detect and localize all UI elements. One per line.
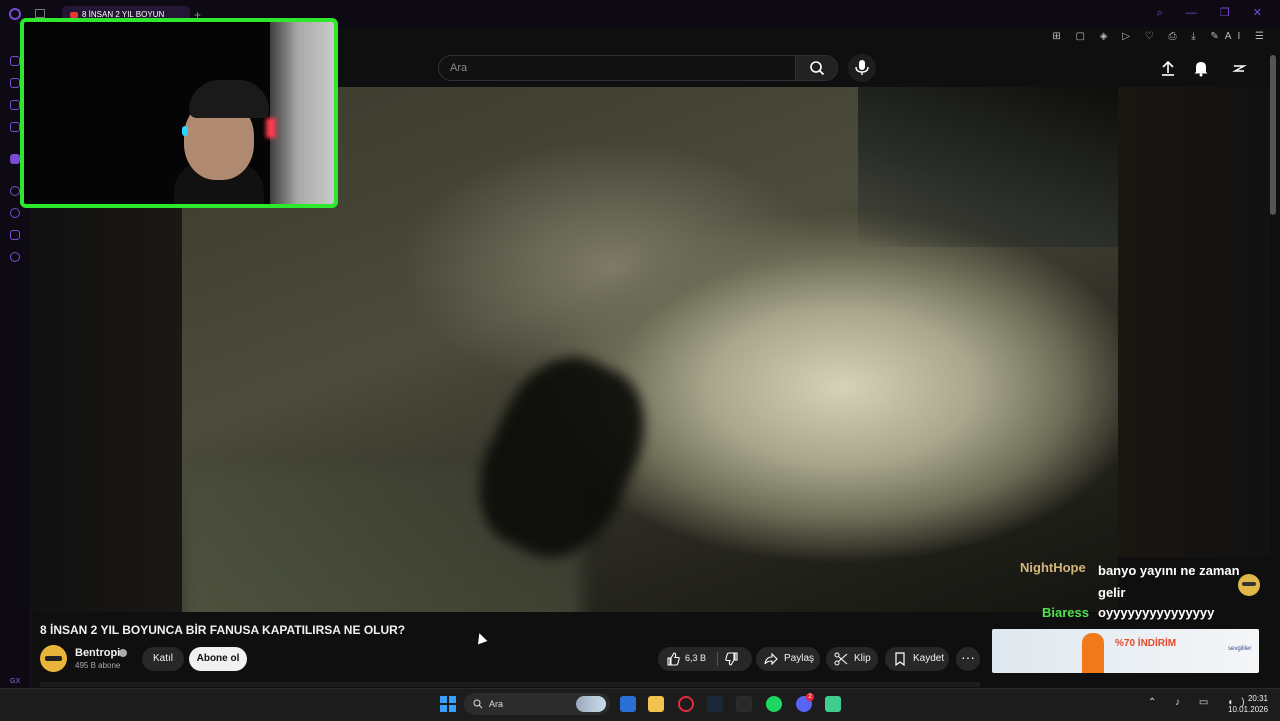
dislike-thumb-icon[interactable] (725, 652, 739, 666)
aria-ai-label[interactable]: AI (1225, 31, 1246, 42)
chat-emote-sunglasses-icon (1238, 574, 1260, 596)
windows-taskbar (0, 688, 1280, 721)
webcam-person-cap (189, 80, 269, 118)
channel-name[interactable]: Bentropi (75, 647, 120, 659)
streamer-webcam-overlay (20, 18, 338, 208)
opera-gx-logo-icon[interactable] (9, 8, 21, 20)
chat-username: NightHope (1020, 560, 1086, 575)
bookmark-icon (895, 652, 905, 666)
tab-islands-icon[interactable] (35, 9, 45, 18)
like-divider (717, 652, 718, 666)
youtube-icon (70, 11, 78, 18)
save-label: Kaydet (913, 653, 945, 664)
chat-username: Biaress (1042, 605, 1089, 620)
taskbar-clock[interactable]: 20:31 10.01.2026 (1228, 693, 1268, 715)
webcam-headset-light (182, 126, 188, 136)
clip-label: Klip (854, 653, 871, 664)
sidebar-twitch-icon[interactable] (10, 154, 20, 164)
discord-badge: 2 (806, 693, 814, 701)
search-button[interactable] (796, 55, 838, 81)
clip-button[interactable]: Klip (826, 647, 878, 671)
description-box[interactable] (40, 682, 980, 687)
like-thumb-icon[interactable] (666, 652, 680, 666)
sidebar-messenger-icon[interactable] (10, 122, 20, 132)
taskbar-app-icon[interactable] (825, 696, 841, 712)
mouse-cursor-icon (474, 631, 488, 645)
sidebar-music-icon[interactable] (10, 100, 20, 110)
share-arrow-icon (764, 652, 778, 666)
subscriber-count: 495 B abone (75, 661, 121, 670)
sidebar-clock-icon[interactable] (10, 208, 20, 218)
taskbar-search-label: Ara (489, 699, 504, 709)
sidebar-settings-icon[interactable] (10, 252, 20, 262)
share-label: Paylaş (784, 653, 815, 664)
taskbar-epic-icon[interactable] (736, 696, 752, 712)
chat-message: oyyyyyyyyyyyyyyy (1098, 605, 1215, 620)
chat-message: banyo yayını ne zaman gelir (1098, 563, 1240, 600)
subscribe-button[interactable]: Abone ol (189, 647, 247, 671)
sidebar-ad-banner[interactable] (992, 629, 1259, 673)
save-button[interactable]: Kaydet (885, 647, 949, 671)
extension-icons[interactable]: ⊞ ▢ ◈ ▷ ♡ ⎙ ⤓ ✎AI ☰ (1052, 31, 1270, 42)
microphone-icon (855, 60, 869, 75)
search-highlight-icon (576, 696, 606, 712)
taskbar-opera-gx-icon[interactable] (678, 696, 694, 712)
clock-date: 10.01.2026 (1228, 705, 1269, 714)
page-scrollbar[interactable] (1270, 55, 1276, 215)
taskbar-spotify-icon[interactable] (766, 696, 782, 712)
sidebar-cube-icon[interactable] (10, 230, 20, 240)
ad-brand-logo: sevgililer (1228, 646, 1252, 652)
taskbar-search[interactable]: Ara (464, 693, 610, 715)
sidebar-history-icon[interactable] (10, 186, 20, 196)
sidebar-speed-dial-icon[interactable] (10, 56, 20, 66)
ad-headline: %70 İNDİRİM (1115, 638, 1177, 649)
avatar-glasses (45, 656, 62, 661)
search-icon (473, 699, 483, 709)
scissors-icon (834, 652, 848, 666)
join-button[interactable]: Katıl (142, 647, 184, 671)
notifications-bell-icon[interactable] (1192, 59, 1210, 77)
taskbar-outlook-icon[interactable] (620, 696, 636, 712)
voice-search-button[interactable] (848, 54, 876, 82)
webcam-red-light (266, 118, 276, 138)
more-actions-button[interactable]: ··· (956, 647, 980, 671)
next-video-strip[interactable] (992, 673, 1259, 688)
video-ambient-right (1118, 87, 1270, 557)
sidebar-gx-label[interactable]: GX (10, 678, 20, 685)
clock-time: 20:31 (1247, 694, 1268, 703)
webcam-wall (270, 22, 334, 204)
like-count[interactable]: 6,3 B (685, 653, 706, 663)
search-icon (810, 61, 825, 76)
account-avatar-icon[interactable] (1230, 59, 1248, 77)
windows-start-icon[interactable] (440, 696, 456, 712)
taskbar-steam-icon[interactable] (707, 696, 723, 712)
video-title: 8 İNSAN 2 YIL BOYUNCA BİR FANUSA KAPATIL… (40, 623, 406, 637)
upload-icon[interactable] (1159, 59, 1177, 77)
video-frame-dark-corner (858, 87, 1118, 247)
verified-badge-icon (119, 649, 127, 657)
ad-model-image (1082, 633, 1104, 673)
share-button[interactable]: Paylaş (756, 647, 820, 671)
search-input[interactable]: Ara (438, 55, 796, 81)
window-controls[interactable]: ⌕ — ❐ ✕ (1157, 6, 1272, 20)
taskbar-file-explorer-icon[interactable] (648, 696, 664, 712)
channel-avatar[interactable] (40, 645, 67, 672)
sidebar-ai-icon[interactable] (10, 78, 20, 88)
